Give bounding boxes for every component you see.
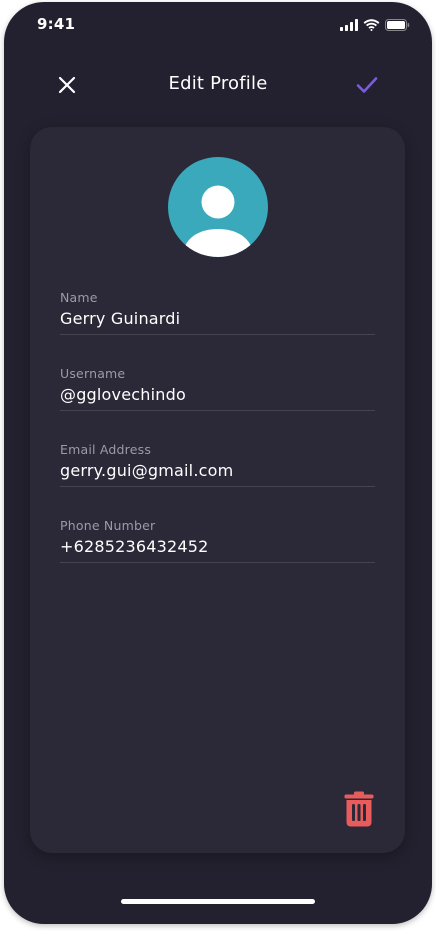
name-field: Name	[60, 290, 375, 335]
check-icon	[356, 77, 378, 93]
avatar[interactable]	[168, 157, 268, 257]
username-field: Username	[60, 366, 375, 411]
email-input[interactable]	[60, 458, 375, 482]
name-input[interactable]	[60, 306, 375, 330]
phone-label: Phone Number	[60, 518, 156, 533]
email-field: Email Address	[60, 442, 375, 487]
signal-icon	[340, 16, 358, 35]
phone-field: Phone Number	[60, 518, 375, 563]
nav-bar: Edit Profile	[4, 60, 432, 110]
status-bar: 9:41	[4, 2, 432, 46]
username-label: Username	[60, 366, 126, 381]
home-indicator[interactable]	[121, 899, 315, 904]
profile-card: Name Username Email Address Phone Number	[30, 127, 405, 853]
user-avatar-icon	[182, 185, 254, 257]
status-icons	[340, 16, 410, 35]
phone-input[interactable]	[60, 534, 375, 558]
delete-button[interactable]	[342, 789, 376, 829]
trash-icon	[344, 791, 374, 827]
wifi-icon	[363, 16, 380, 35]
email-label: Email Address	[60, 442, 152, 457]
name-label: Name	[60, 290, 98, 305]
save-button[interactable]	[354, 72, 380, 98]
username-input[interactable]	[60, 382, 375, 406]
battery-icon	[385, 16, 410, 35]
status-time: 9:41	[37, 15, 76, 33]
phone-frame: 9:41 Edit Profile Name Gerry Guinardi Us…	[4, 2, 432, 924]
